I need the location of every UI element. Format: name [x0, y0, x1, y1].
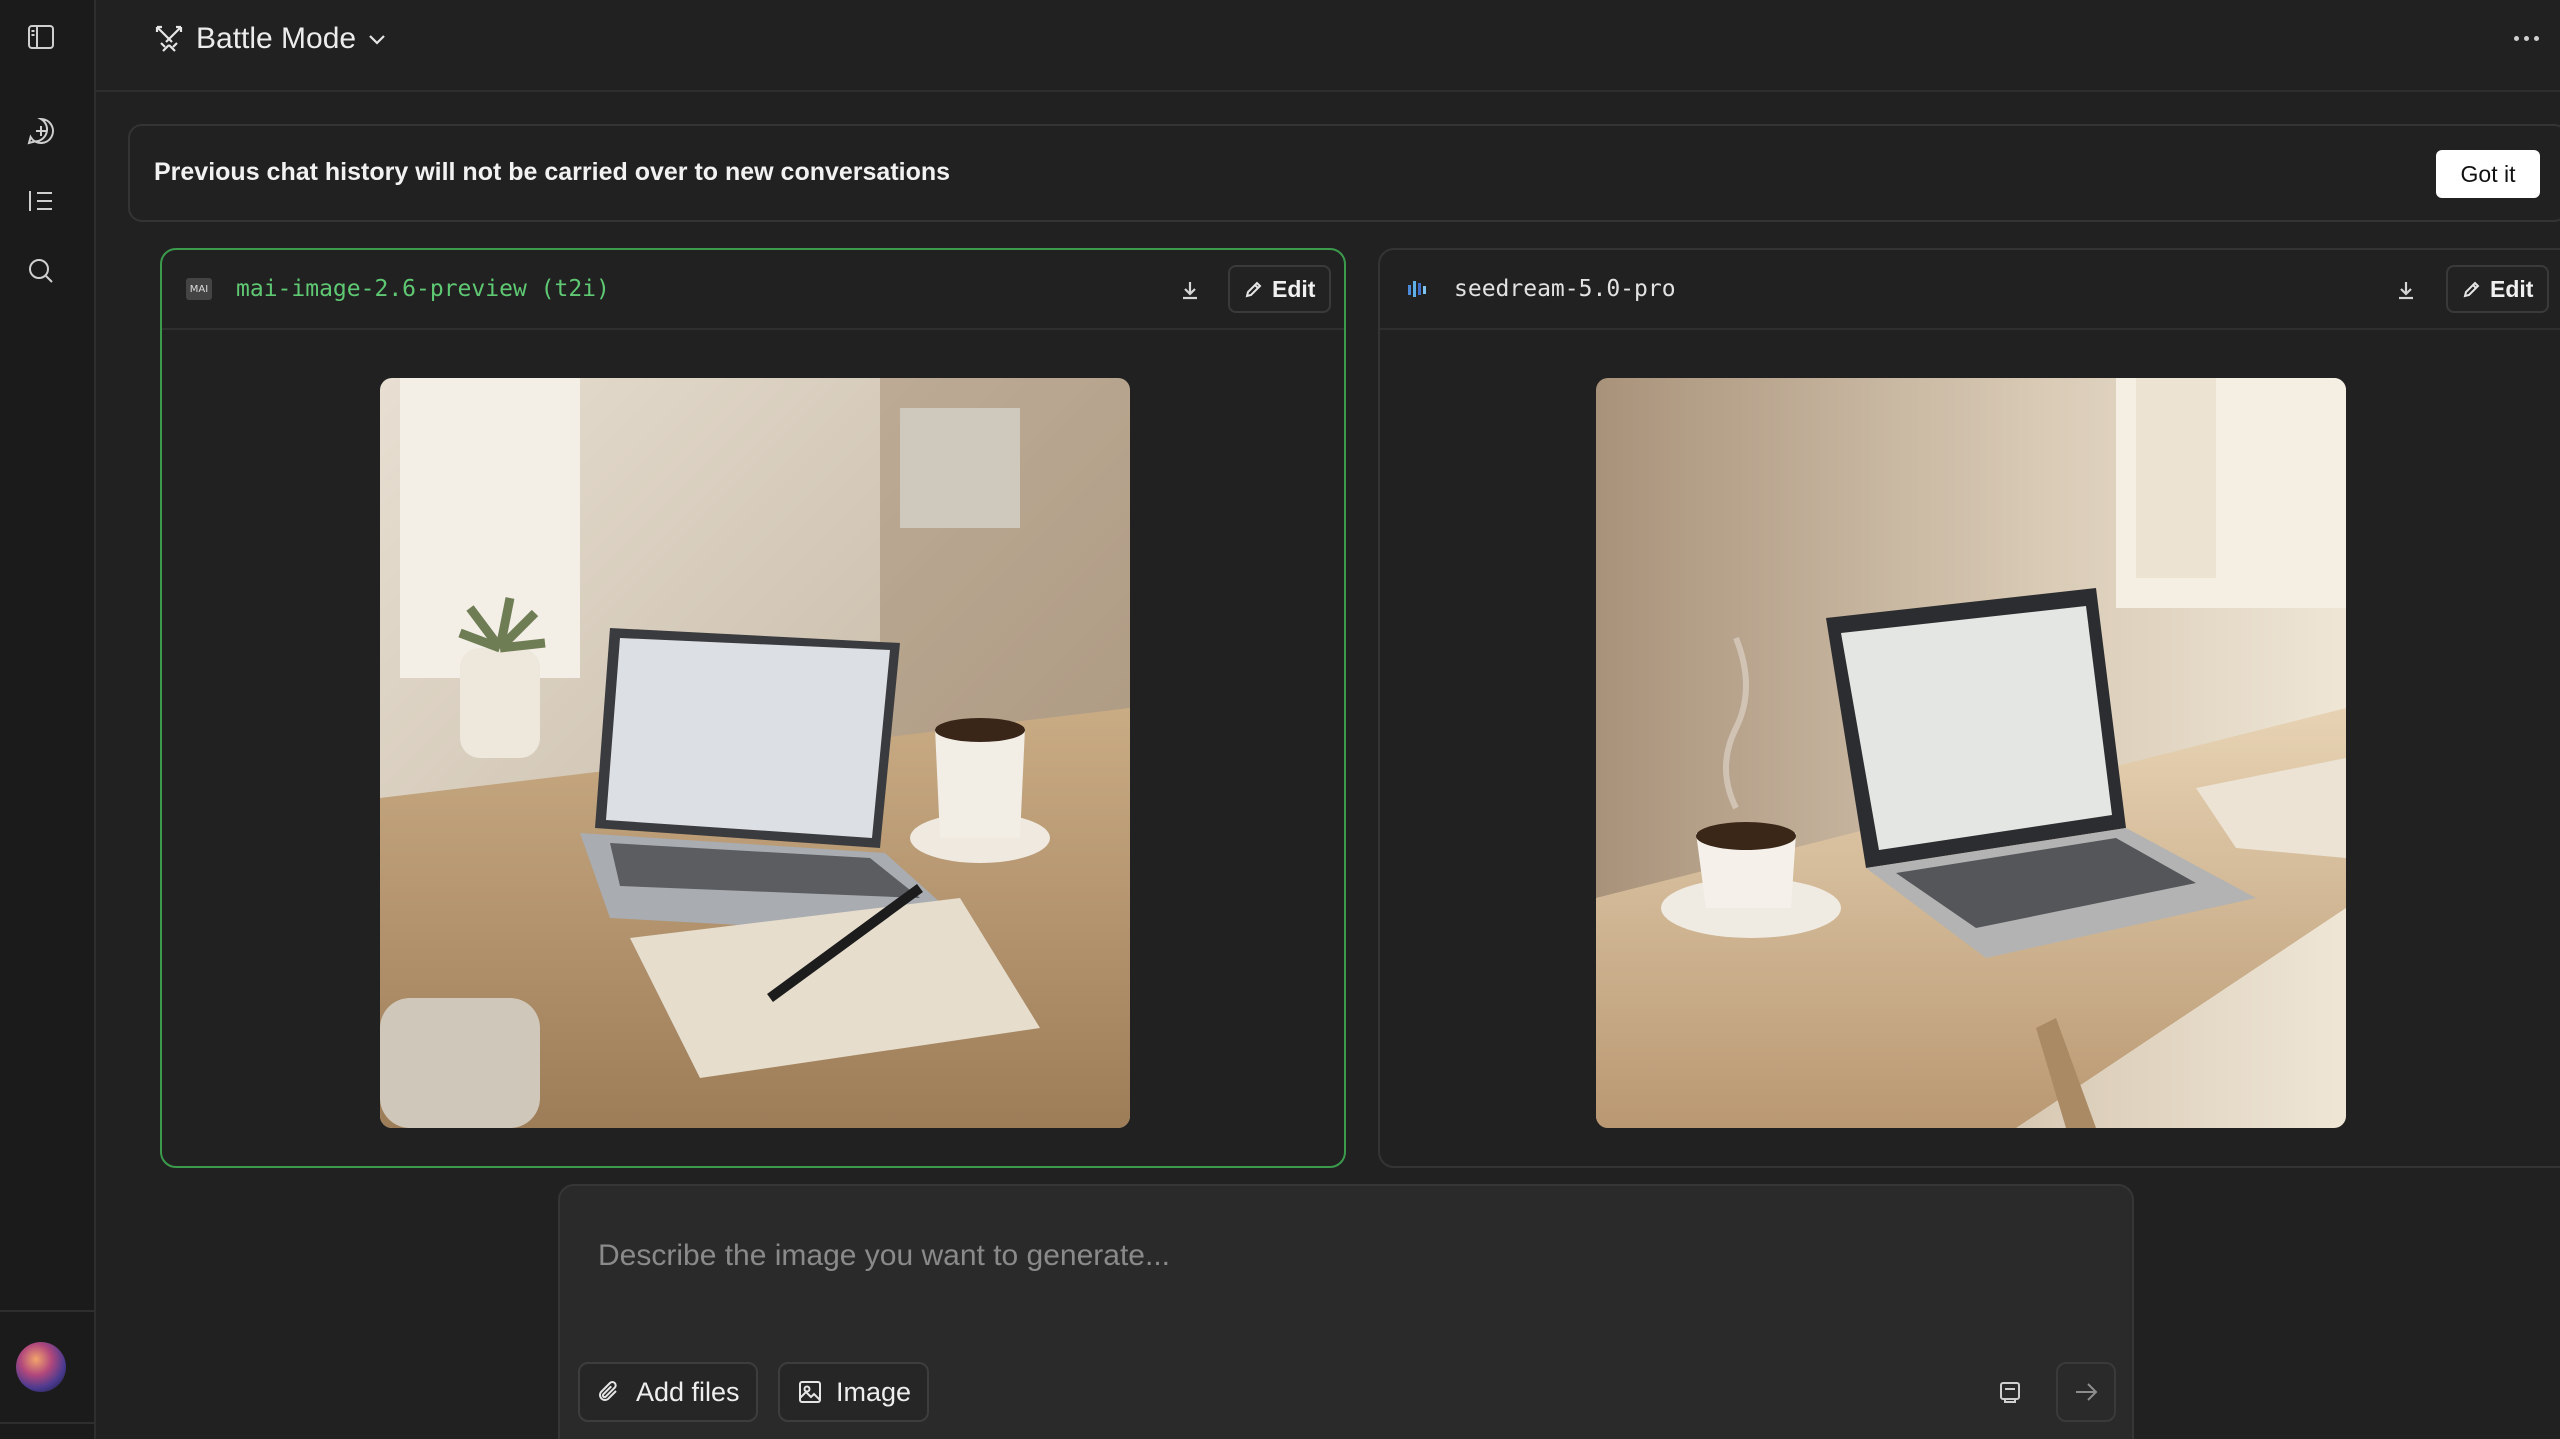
more-dot-icon — [2533, 35, 2539, 41]
sidebar-toggle-button[interactable] — [20, 16, 62, 58]
history-list-button[interactable] — [20, 180, 62, 222]
avatar[interactable] — [16, 1342, 66, 1392]
search-button[interactable] — [20, 250, 62, 292]
pencil-icon — [1245, 281, 1262, 298]
prompt-library-icon — [2000, 1382, 2020, 1403]
download-button[interactable] — [2388, 272, 2424, 308]
mode-label: Battle Mode — [196, 22, 357, 55]
paperclip-icon — [599, 1381, 617, 1401]
arrow-right-icon — [2076, 1383, 2098, 1401]
header: Battle Mode — [96, 0, 2560, 92]
download-icon — [2399, 282, 2413, 300]
image-label: Image — [836, 1376, 912, 1407]
more-dot-icon — [2523, 35, 2529, 41]
crossed-swords-icon — [155, 25, 183, 52]
chevron-down-icon — [369, 35, 385, 45]
prompt-input[interactable] — [598, 1226, 2058, 1286]
more-options-button[interactable] — [2506, 20, 2546, 56]
pencil-icon — [2463, 281, 2480, 298]
add-files-label: Add files — [636, 1376, 740, 1407]
more-dot-icon — [2513, 35, 2519, 41]
prompt-library-button[interactable] — [1980, 1362, 2040, 1422]
model-name: mai-image-2.6-preview (t2i) — [236, 276, 610, 302]
edit-label: Edit — [2490, 275, 2534, 302]
edit-label: Edit — [1272, 275, 1316, 302]
sidebar-divider — [0, 1310, 96, 1312]
sidebar-toggle-icon — [28, 25, 54, 49]
model-panel-a: MAI mai-image-2.6-preview (t2i) Edit — [160, 248, 1346, 1168]
edit-button[interactable]: Edit — [1228, 265, 1332, 313]
panel-header: MAI mai-image-2.6-preview (t2i) Edit — [162, 250, 1344, 330]
notice-text: Previous chat history will not be carrie… — [154, 158, 951, 186]
add-files-button[interactable]: Add files — [578, 1362, 758, 1422]
generated-image[interactable] — [1596, 378, 2346, 1128]
new-chat-icon — [27, 117, 54, 145]
new-chat-button[interactable] — [20, 110, 62, 152]
generated-image[interactable] — [380, 378, 1130, 1128]
mode-selector[interactable]: Battle Mode — [152, 18, 388, 60]
edit-button[interactable]: Edit — [2446, 265, 2550, 313]
sidebar — [0, 0, 96, 1439]
prompt-composer: Add files Image — [558, 1184, 2134, 1439]
image-mode-button[interactable]: Image — [778, 1362, 930, 1422]
image-icon — [799, 1381, 821, 1403]
download-icon — [1183, 282, 1197, 300]
search-icon — [29, 259, 53, 283]
seedream-logo-icon — [1404, 278, 1430, 300]
laptop-coffee-image — [1596, 378, 2346, 1128]
list-icon — [29, 191, 52, 211]
sidebar-bottom-divider — [0, 1422, 96, 1424]
send-button[interactable] — [2056, 1362, 2116, 1422]
download-button[interactable] — [1172, 272, 1208, 308]
model-name: seedream-5.0-pro — [1454, 276, 1676, 302]
got-it-button[interactable]: Got it — [2436, 150, 2540, 198]
notice-banner: Previous chat history will not be carrie… — [128, 124, 2560, 222]
panel-header: seedream-5.0-pro Edit — [1380, 250, 2560, 330]
workspace-desk-image — [380, 378, 1130, 1128]
model-panel-b: seedream-5.0-pro Edit — [1378, 248, 2560, 1168]
mai-logo-icon: MAI — [186, 278, 212, 300]
